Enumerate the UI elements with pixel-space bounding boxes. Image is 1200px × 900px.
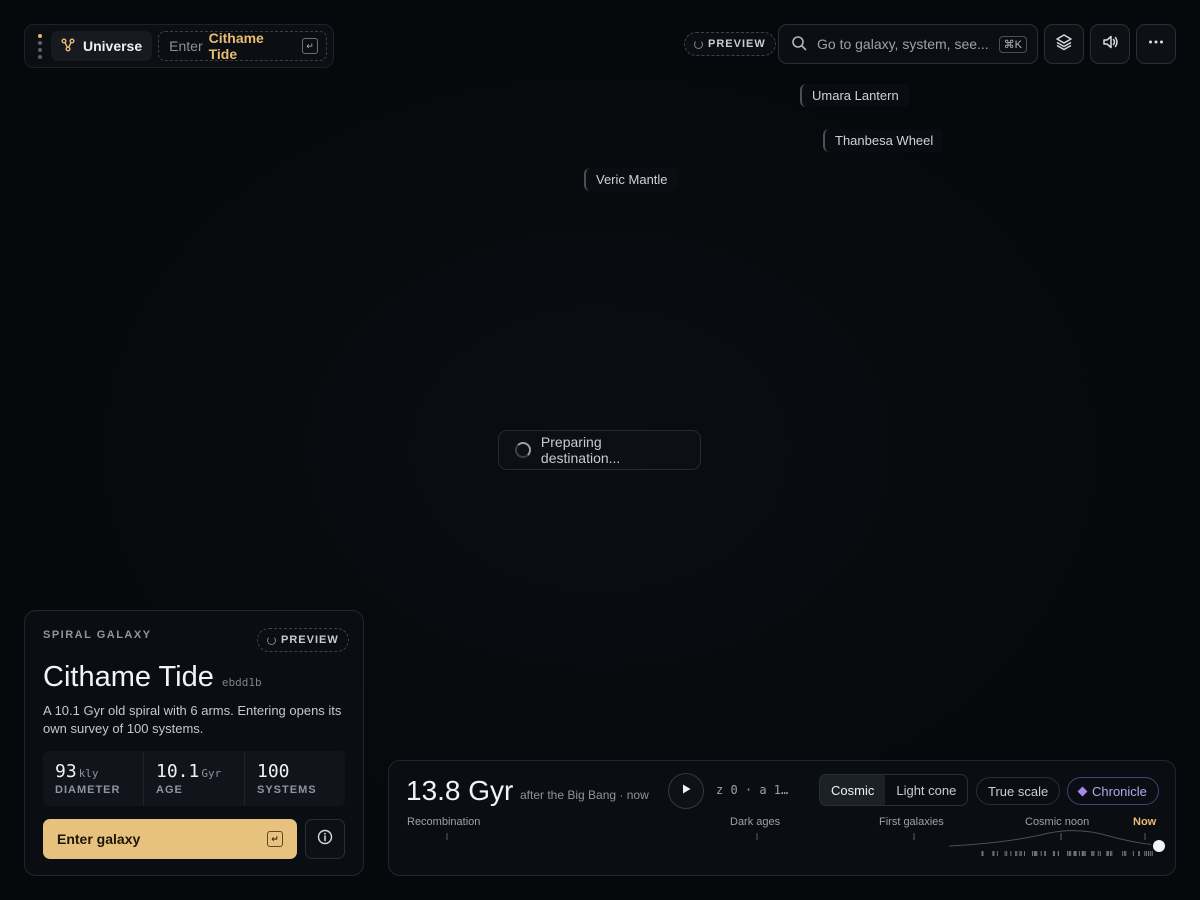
galaxy-label-umara-lantern[interactable]: Umara Lantern <box>800 84 909 107</box>
galaxy-label-thanbesa-wheel[interactable]: Thanbesa Wheel <box>823 129 944 152</box>
loading-icon <box>694 39 703 49</box>
info-button[interactable] <box>305 819 345 859</box>
timeline-scrubber-handle[interactable] <box>1151 838 1167 854</box>
galaxy-stats: 93 kly DIAMETER 10.1 Gyr AGE 100 SYSTEMS <box>43 751 345 806</box>
stat-value: 100 <box>257 761 290 782</box>
drag-handle[interactable] <box>35 30 45 62</box>
loading-toast: Preparing destination... <box>498 430 701 470</box>
stat-unit: Gyr <box>201 767 222 780</box>
enter-galaxy-button[interactable]: Enter galaxy ↵ <box>43 819 297 859</box>
loading-text: Preparing destination... <box>540 434 621 466</box>
more-icon <box>1147 33 1165 56</box>
stat-label: AGE <box>156 784 183 796</box>
preview-badge: PREVIEW <box>684 32 776 56</box>
enter-target-name: Cithame Tide <box>208 30 264 62</box>
breadcrumb-enter-target[interactable]: Enter Cithame Tide ↵ <box>158 30 327 62</box>
search-shortcut: ⌘K <box>998 35 1027 53</box>
loading-icon <box>267 635 276 645</box>
stat-unit: kly <box>78 767 99 780</box>
stat-value: 10.1 <box>156 761 200 782</box>
galaxy-info-panel: SPIRAL GALAXY PREVIEW Cithame Tide ebdd1… <box>24 610 364 876</box>
breadcrumb-universe-label: Universe <box>82 38 143 54</box>
universe-icon <box>61 38 75 55</box>
galaxy-name: Cithame Tide <box>43 661 214 693</box>
stat-systems: 100 SYSTEMS <box>245 751 345 806</box>
layers-icon <box>1055 33 1073 56</box>
breadcrumb: Universe Enter Cithame Tide ↵ <box>24 24 334 68</box>
stat-label: SYSTEMS <box>257 784 317 796</box>
info-icon <box>317 829 333 850</box>
stat-value: 93 <box>55 761 77 782</box>
more-button[interactable] <box>1136 24 1176 64</box>
enter-key-hint: ↵ <box>302 38 318 54</box>
galaxy-label-veric-mantle[interactable]: Veric Mantle <box>584 168 678 191</box>
enter-key-hint: ↵ <box>267 831 283 847</box>
galaxy-hash: ebdd1b <box>221 676 262 689</box>
breadcrumb-universe[interactable]: Universe <box>50 31 153 61</box>
enter-galaxy-label: Enter galaxy <box>57 831 141 847</box>
panel-preview-badge: PREVIEW <box>257 628 349 652</box>
stat-age: 10.1 Gyr AGE <box>144 751 245 806</box>
timeline-panel: 13.8 Gyr after the Big Bang · now z 0 · … <box>388 760 1176 876</box>
search-input[interactable]: Go to galaxy, system, see... ⌘K <box>778 24 1038 64</box>
search-icon <box>791 35 807 54</box>
galaxy-description: A 10.1 Gyr old spiral with 6 arms. Enter… <box>43 703 342 736</box>
stat-label: DIAMETER <box>55 784 121 796</box>
speaker-icon <box>1101 33 1119 56</box>
spinner-icon <box>515 442 531 458</box>
panel-preview-label: PREVIEW <box>281 634 339 646</box>
stat-diameter: 93 kly DIAMETER <box>43 751 144 806</box>
layers-button[interactable] <box>1044 24 1084 64</box>
sound-button[interactable] <box>1090 24 1130 64</box>
enter-prefix: Enter <box>169 38 203 54</box>
preview-badge-label: PREVIEW <box>708 38 766 50</box>
search-placeholder: Go to galaxy, system, see... <box>817 36 989 52</box>
timeline-track[interactable] <box>389 761 1177 877</box>
